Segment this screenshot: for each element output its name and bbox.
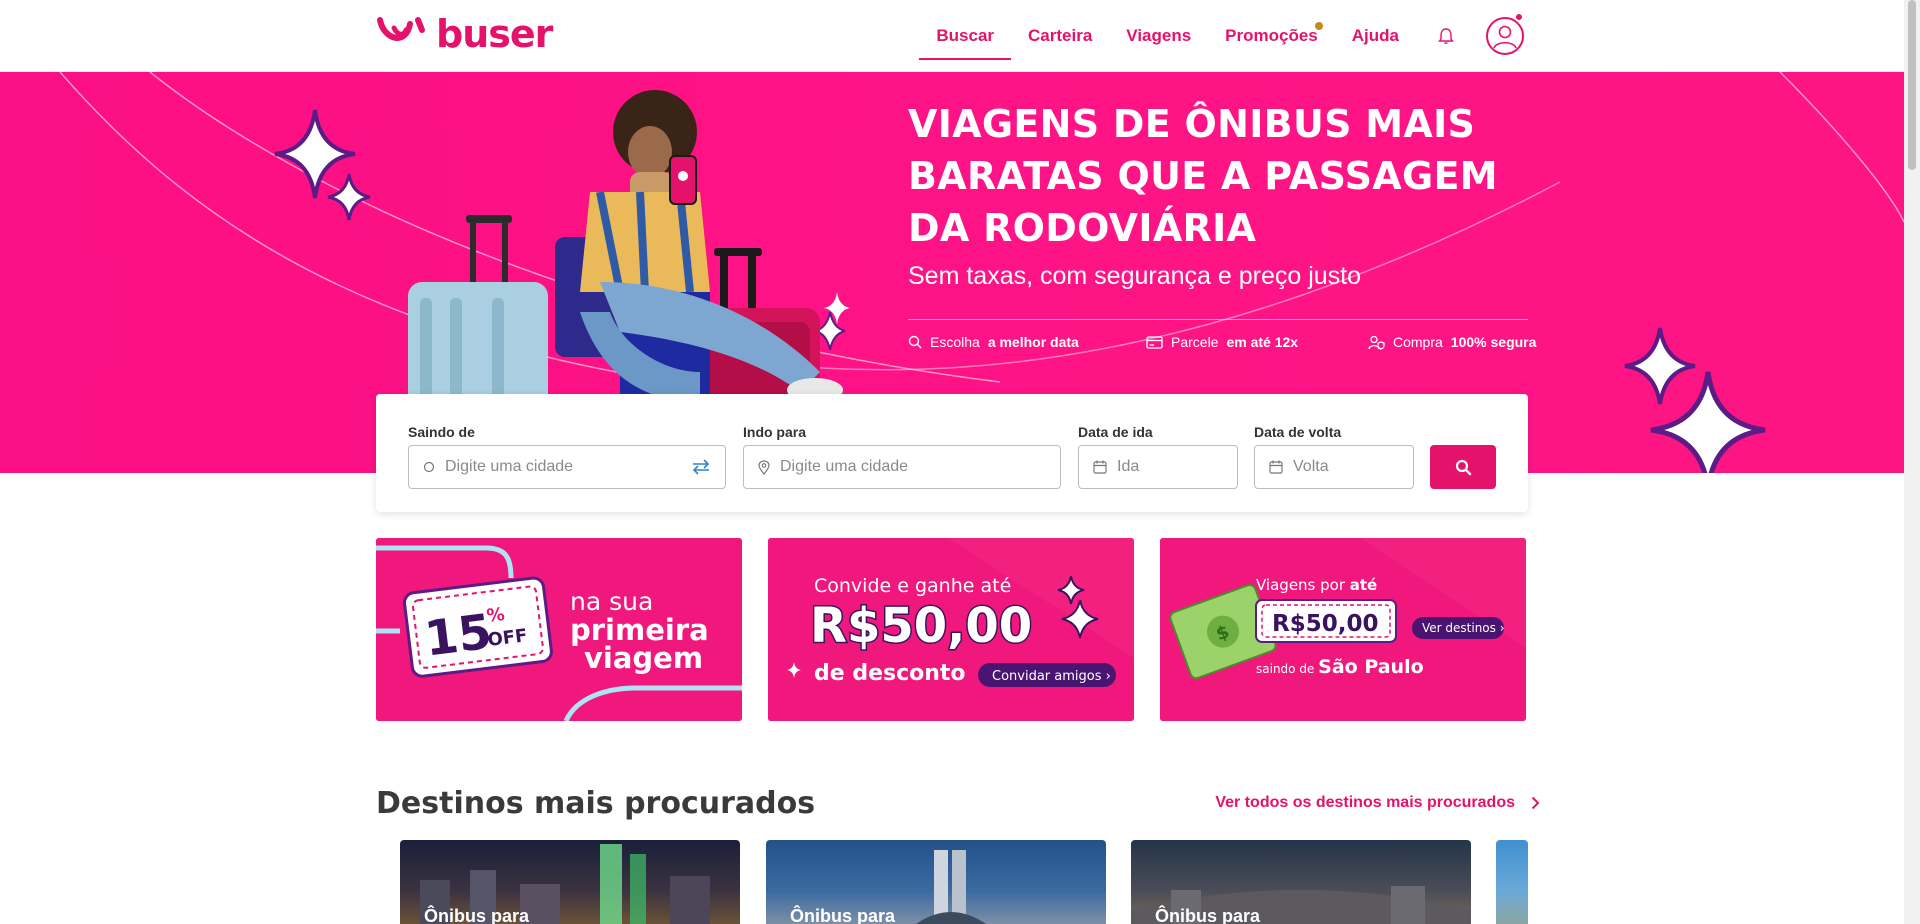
- feature-bold: 100% segura: [1450, 334, 1537, 350]
- origin-circle-icon: [423, 461, 435, 473]
- banner1-line1: na sua: [570, 587, 653, 616]
- banner2-amount: R$50,00: [810, 598, 1032, 654]
- nav-buscar[interactable]: Buscar: [919, 0, 1011, 72]
- calendar-icon: [1093, 460, 1107, 474]
- see-destinations-label: Ver destinos ›: [1422, 621, 1505, 635]
- user-avatar-icon: [1493, 25, 1517, 49]
- destination-label: Ônibus para: [790, 906, 896, 924]
- swap-icon[interactable]: [691, 459, 711, 475]
- svg-text:Viagens por até: Viagens por até: [1256, 576, 1377, 594]
- to-input[interactable]: Digite uma cidade: [743, 445, 1061, 489]
- to-placeholder: Digite uma cidade: [780, 458, 909, 475]
- from-placeholder: Digite uma cidade: [445, 458, 574, 475]
- bell-icon: [1438, 28, 1454, 45]
- feature-secure: Compra 100% segura: [1368, 334, 1536, 350]
- avatar-notification-dot: [1515, 13, 1523, 21]
- see-all-destinations-label: Ver todos os destinos mais procurados: [1215, 794, 1515, 811]
- user-avatar-button[interactable]: [1486, 17, 1524, 55]
- feature-text: Escolha: [930, 334, 980, 350]
- to-label: Indo para: [743, 424, 807, 440]
- depart-label: Data de ida: [1078, 424, 1153, 440]
- feature-text: Compra: [1393, 334, 1443, 350]
- nav-carteira[interactable]: Carteira: [1011, 0, 1109, 72]
- banner3-line1-bold: até: [1350, 576, 1377, 594]
- calendar-icon: [1269, 460, 1283, 474]
- banner3-line3-bold: São Paulo: [1318, 656, 1424, 678]
- feature-bold: em até 12x: [1226, 334, 1299, 350]
- feature-installments: Parcele em até 12x: [1146, 334, 1298, 350]
- banner1-line3: viagem: [584, 641, 703, 675]
- scrollbar-thumb[interactable]: [1908, 0, 1916, 170]
- from-label: Saindo de: [408, 424, 475, 440]
- depart-placeholder: Ida: [1117, 458, 1140, 475]
- hero-divider: [908, 319, 1528, 320]
- banner2-line3: de desconto: [814, 661, 966, 686]
- promo-banner-art: 15 % OFF na sua primeira viagem: [376, 538, 742, 721]
- page-scrollbar[interactable]: [1904, 0, 1920, 924]
- promo-banner-art: Convide e ganhe até R$50,00 de desconto …: [768, 538, 1134, 721]
- destination-card[interactable]: Ônibus para: [766, 840, 1106, 924]
- discount-number: 15: [422, 604, 495, 668]
- destination-label: Ônibus para: [424, 906, 530, 924]
- logo-text: buser: [436, 12, 553, 56]
- return-date-input[interactable]: Volta: [1254, 445, 1414, 489]
- location-pin-icon: [758, 459, 770, 475]
- banner3-line1-pre: Viagens por: [1256, 576, 1350, 594]
- destination-card[interactable]: Ônibus para: [400, 840, 740, 924]
- banner3-line3-pre: saindo de: [1256, 662, 1318, 676]
- nav-ajuda[interactable]: Ajuda: [1335, 0, 1416, 72]
- chevron-right-icon: [1531, 796, 1540, 810]
- main-nav: Buscar Carteira Viagens Promoções Ajuda: [919, 0, 1524, 72]
- promo-banner-destinations[interactable]: $ Viagens por até R$50,00 Ver destinos ›…: [1160, 538, 1526, 721]
- shield-user-icon: [1368, 335, 1385, 350]
- promo-notification-dot: [1314, 22, 1323, 30]
- nav-promocoes-label: Promoções: [1225, 26, 1318, 45]
- discount-percent: %: [485, 604, 505, 627]
- destination-label: Ônibus para: [1155, 906, 1261, 924]
- feature-best-date: Escolha a melhor data: [908, 334, 1079, 350]
- feature-bold: a melhor data: [987, 334, 1079, 350]
- nav-promocoes[interactable]: Promoções: [1208, 0, 1335, 72]
- search-form: Saindo de Digite uma cidade Indo para Di…: [376, 394, 1528, 512]
- search-button[interactable]: [1430, 445, 1496, 489]
- promo-banner-invite[interactable]: Convide e ganhe até R$50,00 de desconto …: [768, 538, 1134, 721]
- feature-text: Parcele: [1171, 334, 1219, 350]
- notifications-button[interactable]: [1416, 0, 1476, 72]
- depart-date-input[interactable]: Ida: [1078, 445, 1238, 489]
- buser-logo-icon: [377, 17, 425, 41]
- promo-banner-art: $ Viagens por até R$50,00 Ver destinos ›…: [1160, 538, 1526, 721]
- hero-subtitle: Sem taxas, com segurança e preço justo: [908, 262, 1362, 290]
- from-input[interactable]: Digite uma cidade: [408, 445, 726, 489]
- buser-logo[interactable]: buser: [376, 12, 553, 56]
- sparkle-icon: [1624, 327, 1766, 473]
- section-title: Destinos mais procurados: [376, 786, 816, 821]
- return-label: Data de volta: [1254, 424, 1342, 440]
- invite-friends-label: Convidar amigos ›: [992, 669, 1111, 684]
- banner2-line1: Convide e ganhe até: [814, 575, 1011, 597]
- return-placeholder: Volta: [1293, 458, 1329, 475]
- search-icon: [908, 335, 922, 349]
- destination-card[interactable]: Ônibus para: [1131, 840, 1471, 924]
- card-icon: [1146, 335, 1163, 349]
- top-navigation-bar: buser Buscar Carteira Viagens Promoções …: [0, 0, 1904, 72]
- hero-title: VIAGENS DE ÔNIBUS MAIS BARATAS QUE A PAS…: [908, 102, 1498, 250]
- nav-viagens[interactable]: Viagens: [1109, 0, 1208, 72]
- search-icon: [1455, 459, 1471, 475]
- banner3-amount: R$50,00: [1272, 611, 1378, 637]
- see-all-destinations-link[interactable]: Ver todos os destinos mais procurados: [1215, 794, 1540, 812]
- destination-card[interactable]: [1496, 840, 1528, 924]
- promo-banner-first-trip[interactable]: 15 % OFF na sua primeira viagem: [376, 538, 742, 721]
